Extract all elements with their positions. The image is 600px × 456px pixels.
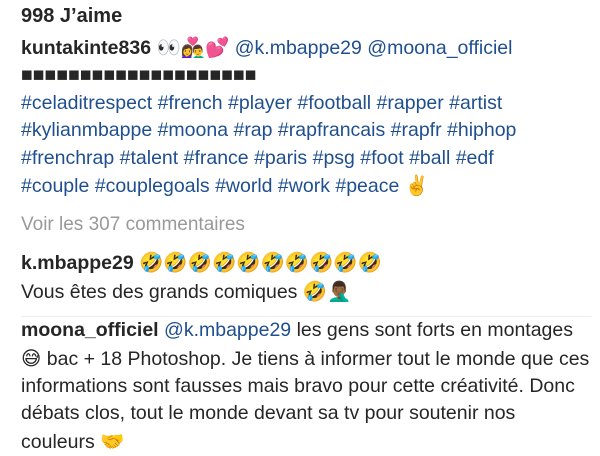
comment-moona: moona_officiel @k.mbappe29 les gens sont…	[21, 317, 591, 456]
comment-mention[interactable]: @k.mbappe29	[164, 319, 291, 341]
comment-text: Vous êtes des grands comiques	[21, 280, 298, 303]
view-all-comments-link[interactable]: Voir les 307 commentaires	[21, 213, 591, 237]
mention-mbappe[interactable]: @k.mbappe29	[235, 37, 362, 59]
peace-hand-icon: ✌️	[404, 174, 430, 198]
hashtag-line-4[interactable]: #couple #couplegoals #world #work #peace	[21, 175, 399, 197]
hashtag-line-2[interactable]: #kylianmbappe #moona #rap #rapfrancais #…	[21, 119, 516, 141]
mention-moona[interactable]: @moona_officiel	[367, 37, 512, 59]
sweat-smile-icon: 😅	[21, 346, 42, 370]
censor-bar: ■■■■■■■■■■■■■■■■■■■■	[21, 64, 257, 87]
comment-text-part1: les gens sont forts en montages	[296, 319, 573, 342]
likes-count[interactable]: 998 J’aime	[21, 4, 591, 28]
caption-username[interactable]: kuntakinte836	[21, 37, 151, 59]
post-details: 998 J’aime kuntakinte836 👀👩‍❤️‍👨💕 @k.mba…	[0, 0, 591, 456]
rofl-facepalm-icon: 🤣🤦🏾‍♂️	[302, 279, 352, 303]
post-caption: kuntakinte836 👀👩‍❤️‍👨💕 @k.mbappe29 @moon…	[21, 34, 591, 200]
eyes-couple-hearts-icon: 👀👩‍❤️‍👨💕	[156, 36, 230, 59]
rofl-emojis-icon: 🤣🤣🤣🤣🤣🤣🤣🤣🤣🤣	[139, 251, 382, 275]
comment-username[interactable]: moona_officiel	[21, 319, 159, 341]
handshake-icon: 🤝	[100, 429, 125, 453]
hashtag-line-3[interactable]: #frenchrap #talent #france #paris #psg #…	[21, 147, 494, 169]
comment-mbappe: k.mbappe29 🤣🤣🤣🤣🤣🤣🤣🤣🤣🤣 Vous êtes des gran…	[21, 249, 591, 306]
hashtag-line-1[interactable]: #celaditrespect #french #player #footbal…	[21, 92, 502, 114]
comment-username[interactable]: k.mbappe29	[21, 252, 134, 274]
